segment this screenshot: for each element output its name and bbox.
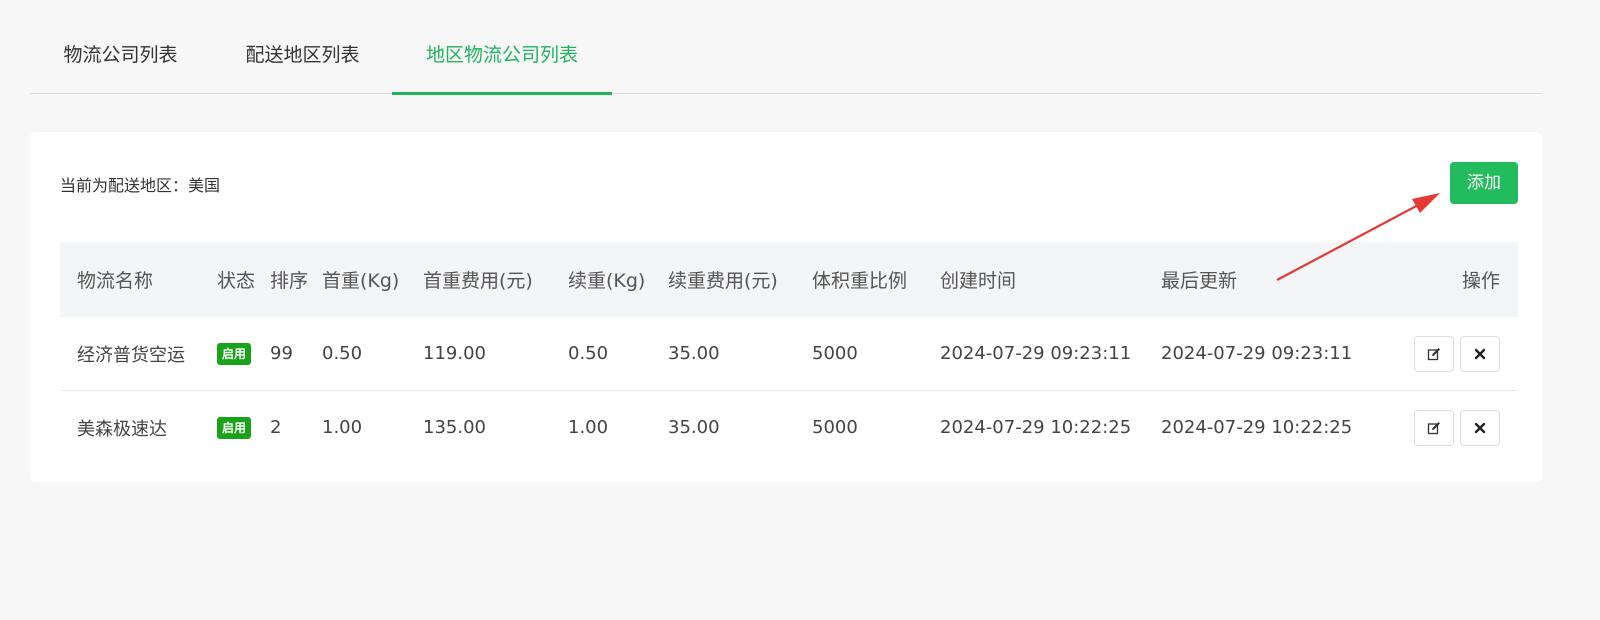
cell-created-time: 2024-07-29 10:22:25 — [940, 417, 1132, 438]
operations-cell — [1408, 317, 1500, 390]
header-updated-time: 最后更新 — [1161, 270, 1238, 292]
header-status: 状态 — [217, 270, 256, 292]
table-row: 美森极速达 启用 2 1.00 135.00 1.00 35.00 5000 2… — [60, 391, 1518, 464]
close-icon — [1474, 422, 1486, 433]
cell-name: 经济普货空运 — [77, 344, 185, 366]
cell-sort: 99 — [270, 343, 293, 364]
cell-continued-fee: 35.00 — [668, 343, 720, 364]
current-region-label: 当前为配送地区：美国 — [60, 176, 221, 195]
cell-volume-ratio: 5000 — [812, 417, 858, 438]
cell-volume-ratio: 5000 — [812, 343, 858, 364]
cell-first-weight: 1.00 — [322, 417, 363, 438]
header-created-time: 创建时间 — [940, 270, 1017, 292]
cell-first-fee: 119.00 — [423, 343, 486, 364]
header-continued-fee: 续重费用(元) — [668, 270, 778, 292]
table-header: 物流名称 状态 排序 首重(Kg) 首重费用(元) 续重(Kg) 续重费用(元)… — [60, 242, 1518, 317]
status-cell: 启用 — [217, 391, 252, 464]
status-badge: 启用 — [217, 342, 252, 365]
delete-button[interactable] — [1460, 335, 1500, 372]
add-button[interactable]: 添加 — [1450, 162, 1518, 204]
edit-button[interactable] — [1414, 409, 1454, 446]
operations-cell — [1408, 391, 1500, 464]
tab-region-logistics-companies[interactable]: 地区物流公司列表 — [392, 0, 612, 95]
tab-bar: 物流公司列表 配送地区列表 地区物流公司列表 — [30, 0, 1542, 95]
edit-icon — [1427, 347, 1440, 360]
page: 物流公司列表 配送地区列表 地区物流公司列表 当前为配送地区：美国 添加 物流名… — [0, 0, 1600, 620]
edit-button[interactable] — [1414, 335, 1454, 372]
cell-updated-time: 2024-07-29 10:22:25 — [1161, 417, 1353, 438]
close-icon — [1474, 348, 1486, 359]
cell-created-time: 2024-07-29 09:23:11 — [940, 343, 1132, 364]
header-sort: 排序 — [270, 270, 309, 292]
delete-button[interactable] — [1460, 409, 1500, 446]
cell-first-fee: 135.00 — [423, 417, 486, 438]
header-name: 物流名称 — [77, 270, 154, 292]
status-cell: 启用 — [217, 317, 252, 390]
status-badge: 启用 — [217, 416, 252, 439]
header-first-weight: 首重(Kg) — [322, 270, 400, 292]
cell-sort: 2 — [270, 417, 282, 438]
logistics-table: 物流名称 状态 排序 首重(Kg) 首重费用(元) 续重(Kg) 续重费用(元)… — [60, 242, 1518, 464]
edit-icon — [1427, 421, 1440, 434]
header-volume-ratio: 体积重比例 — [812, 270, 908, 292]
header-continued-weight: 续重(Kg) — [568, 270, 646, 292]
cell-continued-weight: 1.00 — [568, 417, 609, 438]
header-operations: 操作 — [1461, 270, 1500, 292]
cell-name: 美森极速达 — [77, 418, 167, 440]
cell-updated-time: 2024-07-29 09:23:11 — [1161, 343, 1353, 364]
header-first-fee: 首重费用(元) — [423, 270, 533, 292]
content-card: 当前为配送地区：美国 添加 物流名称 状态 排序 首重(Kg) 首重费用(元) … — [30, 132, 1542, 482]
tab-logistics-companies[interactable]: 物流公司列表 — [59, 0, 182, 94]
table-row: 经济普货空运 启用 99 0.50 119.00 0.50 35.00 5000… — [60, 317, 1518, 391]
cell-first-weight: 0.50 — [322, 343, 363, 364]
cell-continued-weight: 0.50 — [568, 343, 609, 364]
tab-delivery-regions[interactable]: 配送地区列表 — [241, 0, 364, 94]
cell-continued-fee: 35.00 — [668, 417, 720, 438]
